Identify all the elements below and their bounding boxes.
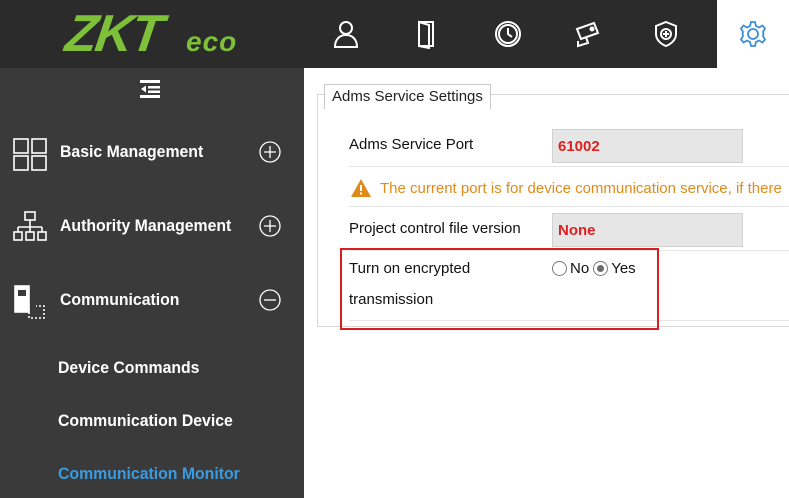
warning-text: The current port is for device communica… (380, 179, 782, 197)
submenu-communication-device[interactable]: Communication Device (58, 411, 233, 431)
sidebar-item-label: Basic Management (60, 142, 204, 161)
camera-icon[interactable] (567, 14, 607, 54)
row-divider (349, 206, 789, 207)
shield-icon[interactable] (646, 14, 686, 54)
port-warning: The current port is for device communica… (350, 178, 782, 198)
grid-icon (13, 138, 47, 171)
door-icon[interactable] (406, 14, 446, 54)
sidebar-item-label: Communication (60, 290, 180, 309)
logo-suffix-text: eco (186, 26, 238, 57)
collapse-minus-icon[interactable] (258, 288, 282, 312)
sidebar: Basic Management Authority Management Co… (0, 68, 304, 498)
project-version-label: Project control file version (349, 220, 521, 237)
logo-main-text: ZKT (61, 5, 166, 63)
expand-plus-icon[interactable] (258, 214, 282, 238)
gear-icon[interactable] (717, 0, 789, 68)
adms-port-value: 61002 (552, 129, 743, 163)
sidebar-item-basic-management[interactable]: Basic Management (0, 128, 304, 176)
main-content: Adms Service Settings Adms Service Port … (304, 68, 789, 498)
person-icon[interactable] (326, 14, 366, 54)
zkteco-logo[interactable]: ZKT eco (62, 4, 256, 64)
row-divider (349, 166, 789, 167)
menu-collapse-icon[interactable] (138, 78, 162, 100)
top-bar: ZKT eco (0, 0, 789, 68)
sidebar-item-label: Authority Management (60, 216, 232, 235)
submenu-device-commands[interactable]: Device Commands (58, 358, 199, 378)
fieldset-legend: Adms Service Settings (324, 84, 491, 109)
clock-icon[interactable] (488, 14, 528, 54)
highlight-annotation-box (340, 248, 659, 330)
sidebar-item-communication[interactable]: Communication (0, 276, 304, 324)
expand-plus-icon[interactable] (258, 140, 282, 164)
sidebar-item-authority-management[interactable]: Authority Management (0, 202, 304, 250)
org-chart-icon (13, 211, 47, 241)
project-version-value: None (552, 213, 743, 247)
submenu-communication-monitor[interactable]: Communication Monitor (58, 464, 240, 484)
warning-icon (351, 179, 371, 197)
adms-port-label: Adms Service Port (349, 136, 474, 153)
device-icon (14, 285, 45, 319)
